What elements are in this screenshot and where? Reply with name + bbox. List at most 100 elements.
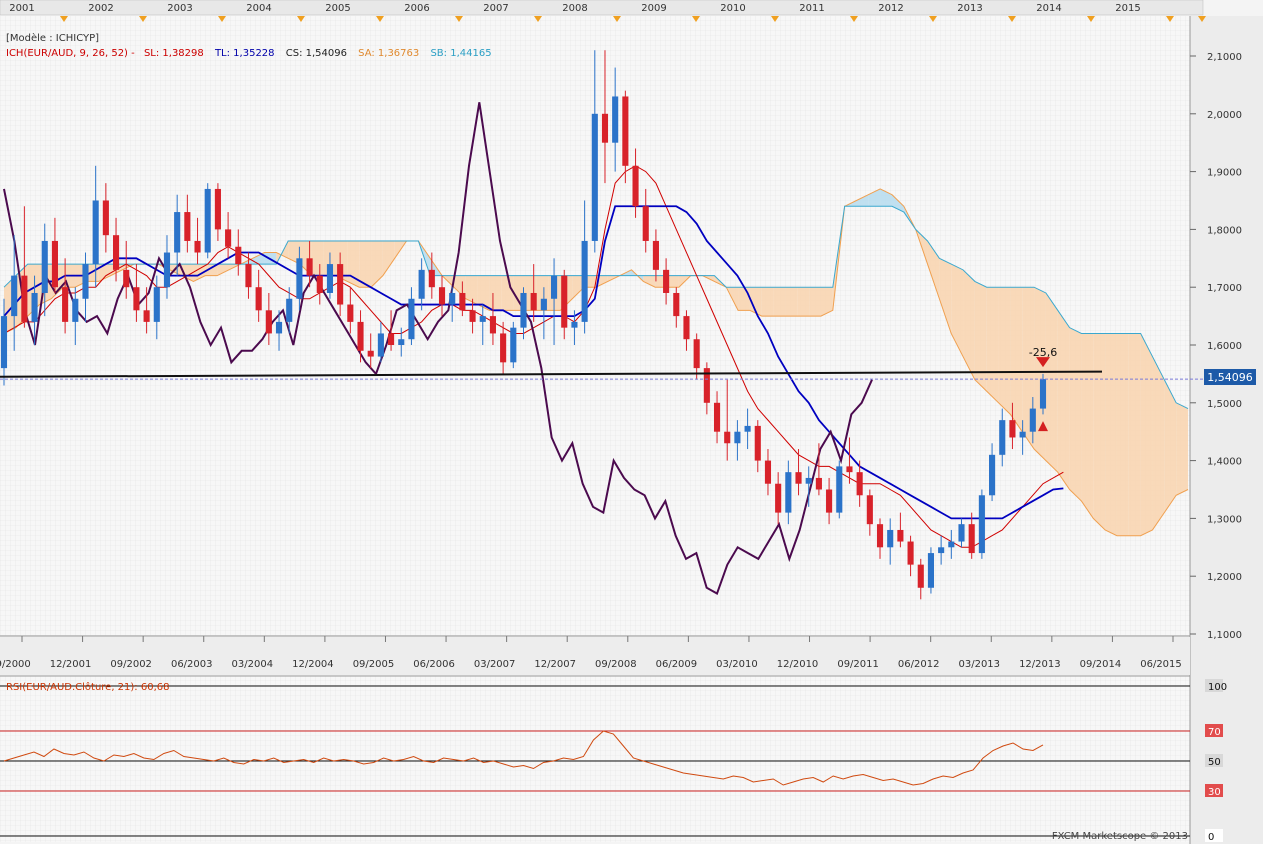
candle-body <box>102 200 109 236</box>
candle-body <box>1039 379 1047 409</box>
year-label: 2002 <box>88 3 113 14</box>
cloud-segment <box>761 287 774 317</box>
candle-body <box>510 327 517 363</box>
candle-body <box>989 454 996 496</box>
cloud-segment <box>1045 292 1058 473</box>
candle-body <box>927 553 935 588</box>
candle-body <box>92 200 99 265</box>
x-tick-label: 09/2008 <box>595 659 637 670</box>
rsi-label: RSI(EUR/AUD.Clôture, 21): 60,68 <box>6 681 169 693</box>
candle-body <box>856 472 863 496</box>
candle-body <box>693 339 700 369</box>
candle-body <box>347 304 354 322</box>
candle-body <box>112 235 120 270</box>
current-price-label: 1,54096 <box>1207 371 1253 384</box>
year-label: 2008 <box>562 3 587 14</box>
candle-body <box>897 529 904 542</box>
year-label: 2003 <box>167 3 192 14</box>
x-tick-label: 09/2000 <box>0 659 31 670</box>
legend-cs: CS: 1,54096 <box>286 48 347 59</box>
price-chart[interactable]: 2001 2002 2003 2004 2005 2006 2007 2008 2009 2010… <box>0 0 1263 844</box>
cloud-segment <box>489 275 502 311</box>
candle-body <box>316 275 323 293</box>
candle-body <box>652 240 659 270</box>
candle-body <box>367 350 374 357</box>
rsi-level-label: 100 <box>1208 682 1227 693</box>
cloud-segment <box>998 287 1011 415</box>
x-tick-label: 06/2012 <box>898 659 940 670</box>
x-tick-label: 03/2010 <box>716 659 758 670</box>
candle-body <box>785 472 792 513</box>
candle-body <box>82 264 89 299</box>
candle-body <box>72 298 79 322</box>
candle-body <box>551 275 558 299</box>
y-axis-panel <box>1190 16 1263 844</box>
x-tick-label: 03/2004 <box>232 659 274 670</box>
year-label: 2010 <box>720 3 745 14</box>
y-tick-label: 1,6000 <box>1207 341 1242 352</box>
candle-body <box>724 431 731 444</box>
year-label: 2009 <box>641 3 666 14</box>
cloud-segment <box>1140 333 1153 536</box>
candle-body <box>836 466 843 513</box>
cloud-segment <box>311 240 324 276</box>
candle-body <box>408 298 415 340</box>
candle-body <box>917 564 924 588</box>
cloud-segment <box>86 264 99 282</box>
candle-body <box>31 292 38 322</box>
y-tick-label: 1,8000 <box>1207 225 1242 236</box>
candle-body <box>683 316 690 340</box>
x-tick-label: 12/2004 <box>292 659 334 670</box>
candle-body <box>938 547 945 554</box>
candle-body <box>489 316 496 334</box>
cloud-segment <box>1034 287 1046 461</box>
x-tick-label: 03/2007 <box>474 659 516 670</box>
candle-body <box>163 252 171 288</box>
candle-body <box>306 258 313 276</box>
candle-body <box>530 292 537 311</box>
candle-body <box>153 287 160 322</box>
candle-body <box>11 275 18 317</box>
rsi-level-label: 50 <box>1208 757 1221 768</box>
candle-body <box>296 258 303 299</box>
candle-body <box>459 292 466 311</box>
year-label: 2005 <box>325 3 350 14</box>
year-label: 2004 <box>246 3 271 14</box>
candle-body <box>418 269 425 299</box>
candle-body <box>999 420 1006 455</box>
candle-body <box>663 269 670 293</box>
y-tick-label: 2,1000 <box>1207 52 1242 63</box>
cloud-segment <box>1069 327 1082 502</box>
x-tick-label: 03/2013 <box>958 659 1000 670</box>
candle-body <box>1019 431 1026 438</box>
candle-body <box>133 287 140 311</box>
y-tick-label: 1,9000 <box>1207 168 1242 179</box>
year-label: 2001 <box>9 3 34 14</box>
candle-body <box>978 495 985 554</box>
legend-prefix: ICH(EUR/AUD, 9, 26, 52) - <box>6 48 135 59</box>
candle-body <box>907 541 914 565</box>
candle-body <box>948 541 955 548</box>
candle-body <box>500 333 507 363</box>
annotation-label: -25,6 <box>1029 346 1057 359</box>
candle-body <box>846 466 853 473</box>
candle-body <box>388 333 395 345</box>
year-label: 2015 <box>1115 3 1140 14</box>
candle-body <box>377 333 384 357</box>
y-tick-label: 1,1000 <box>1207 630 1242 641</box>
candle-body <box>571 321 578 328</box>
legend-sl: SL: 1,38298 <box>144 48 204 59</box>
x-tick-label: 06/2003 <box>171 659 213 670</box>
candle-body <box>265 310 272 334</box>
year-label: 2007 <box>483 3 508 14</box>
rsi-level-label: 0 <box>1208 832 1214 843</box>
candle-body <box>591 113 598 241</box>
y-tick-label: 2,0000 <box>1207 110 1242 121</box>
cloud-segment <box>501 275 514 311</box>
cloud-segment <box>1116 333 1129 536</box>
chart-window: 2001 2002 2003 2004 2005 2006 2007 2008 2009 2010… <box>0 0 1263 844</box>
y-tick-label: 1,4000 <box>1207 457 1242 468</box>
cloud-segment <box>359 240 372 288</box>
candle-body <box>642 206 649 241</box>
candle-body <box>21 275 28 322</box>
